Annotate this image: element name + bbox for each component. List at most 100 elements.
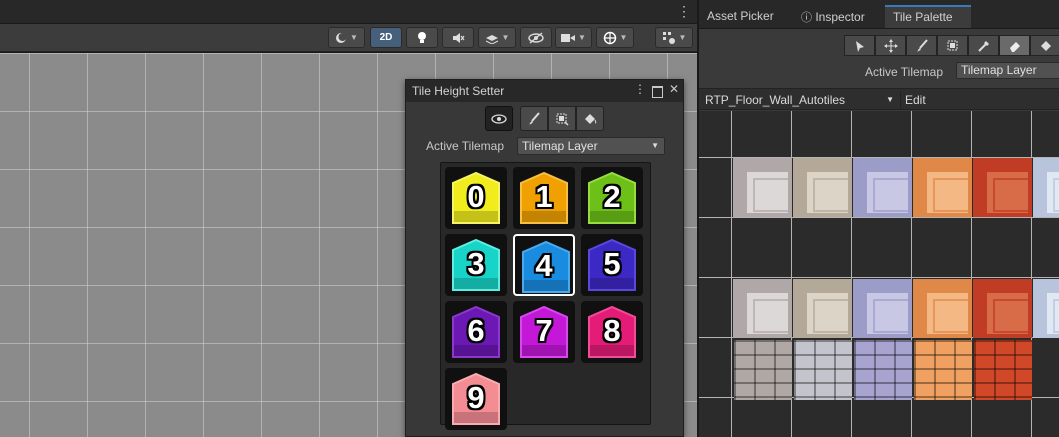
box-fill-tool-button[interactable] (937, 35, 968, 56)
shading-sphere-icon (336, 32, 347, 43)
autotile-pattern[interactable] (913, 279, 972, 338)
autotile-pattern[interactable] (853, 279, 912, 338)
autotile-floor[interactable] (793, 158, 852, 217)
window-titlebar[interactable]: Tile Height Setter ⋮ ✕ (406, 80, 683, 102)
eyedropper-icon (977, 40, 989, 52)
tile-palette-grid[interactable] (699, 111, 1059, 437)
info-icon: ⓘ (801, 12, 812, 24)
active-tilemap-dropdown[interactable]: Tilemap Layer (956, 62, 1059, 79)
autotile-pattern[interactable] (973, 279, 1032, 338)
autotile-floor[interactable] (1033, 158, 1059, 217)
height-tile-7[interactable]: 7 (513, 301, 575, 363)
effects-dropdown[interactable]: ▼ (478, 27, 516, 48)
2d-mode-toggle[interactable]: 2D (370, 27, 402, 48)
autotile-pattern[interactable] (733, 279, 792, 338)
height-label: 3 (467, 246, 485, 281)
wall-brick-tile[interactable] (734, 340, 792, 400)
brush-icon (916, 38, 928, 52)
close-icon[interactable]: ✕ (669, 82, 679, 98)
height-tile-3[interactable]: 3 (445, 234, 507, 296)
maximize-icon[interactable] (651, 86, 663, 98)
lighting-toggle[interactable] (406, 27, 438, 48)
tab-bar: Asset Picker ⓘ Inspector Tile Palette (699, 0, 1059, 29)
overlay-grid-icon (662, 31, 675, 44)
kebab-menu-icon[interactable]: ⋮ (677, 4, 691, 18)
palette-dropdown[interactable]: RTP_Floor_Wall_Autotiles ▼ (701, 91, 901, 109)
autotile-floor[interactable] (853, 158, 912, 217)
tab-asset-picker[interactable]: Asset Picker (699, 6, 782, 29)
cursor-arrow-icon (855, 40, 864, 52)
height-label: 2 (603, 179, 621, 214)
wall-brick-tile[interactable] (914, 340, 972, 400)
autotile-floor[interactable] (733, 158, 792, 217)
gizmo-globe-icon (603, 31, 616, 44)
chevron-down-icon: ▼ (651, 141, 659, 150)
active-tilemap-dropdown[interactable]: Tilemap Layer ▼ (517, 137, 665, 155)
palette-selector-row: RTP_Floor_Wall_Autotiles ▼ Edit (699, 88, 1059, 110)
active-tilemap-label: Active Tilemap (865, 65, 944, 79)
height-label: 6 (467, 313, 485, 348)
brush-icon (529, 111, 540, 125)
height-label: 1 (535, 179, 553, 214)
tab-tile-palette[interactable]: Tile Palette (885, 5, 971, 28)
eye-icon (491, 113, 507, 124)
edit-palette-button[interactable]: Edit (905, 93, 926, 107)
active-tilemap-value: Tilemap Layer (522, 139, 598, 153)
gizmos-overlay-dropdown[interactable]: ▼ (655, 27, 693, 48)
eraser-tool-button[interactable] (999, 35, 1030, 56)
hidden-objects-toggle[interactable] (520, 27, 552, 48)
fill-tool-button[interactable] (1030, 35, 1059, 56)
fill-tool-button[interactable] (576, 106, 604, 131)
active-tilemap-label: Active Tilemap (426, 139, 505, 153)
box-select-icon (556, 113, 569, 126)
autotile-floor[interactable] (973, 158, 1032, 217)
window-title: Tile Height Setter (412, 84, 505, 98)
height-tile-6[interactable]: 6 (445, 301, 507, 363)
gizmo-dropdown[interactable]: ▼ (596, 27, 634, 48)
audio-toggle[interactable] (442, 27, 474, 48)
height-label: 9 (467, 380, 485, 415)
camera-icon (561, 33, 576, 42)
audio-mute-icon (453, 32, 465, 43)
autotile-floor[interactable] (913, 158, 972, 217)
height-label: 8 (603, 313, 621, 348)
wall-brick-tile[interactable] (794, 340, 852, 400)
height-tile-5[interactable]: 5 (581, 234, 643, 296)
scene-view-header: ⋮ (0, 0, 697, 24)
move-arrows-icon (883, 38, 898, 53)
brush-tool-button[interactable] (520, 106, 548, 131)
height-label: 5 (603, 246, 621, 281)
height-tile-1[interactable]: 1 (513, 167, 575, 229)
height-tile-palette: 0 1 2 3 4 5 6 7 8 9 (440, 162, 651, 430)
draw-mode-dropdown[interactable]: ▼ (328, 27, 365, 48)
eraser-icon (1009, 41, 1020, 52)
height-tile-0[interactable]: 0 (445, 167, 507, 229)
select-tool-button[interactable] (844, 35, 875, 56)
height-label: 0 (467, 179, 485, 214)
kebab-menu-icon[interactable]: ⋮ (634, 82, 646, 98)
effects-layers-icon (485, 34, 498, 44)
picker-tool-button[interactable] (968, 35, 999, 56)
camera-dropdown[interactable]: ▼ (555, 27, 592, 48)
autotile-pattern[interactable] (1033, 279, 1059, 338)
scene-toolbar: ▼ 2D ▼ ▼ ▼ ▼ (0, 24, 697, 52)
paint-tool-button[interactable] (906, 35, 937, 56)
eye-slash-icon (528, 31, 544, 44)
box-fill-tool-button[interactable] (548, 106, 576, 131)
move-tool-button[interactable] (875, 35, 906, 56)
autotile-pattern[interactable] (793, 279, 852, 338)
wall-brick-tile[interactable] (974, 340, 1032, 400)
height-tile-4[interactable]: 4 (513, 234, 575, 296)
paint-bucket-icon (1040, 40, 1051, 51)
visibility-toggle-button[interactable] (485, 106, 513, 131)
chevron-down-icon: ▼ (886, 95, 894, 104)
palette-name: RTP_Floor_Wall_Autotiles (705, 93, 846, 107)
wall-brick-tile[interactable] (854, 340, 912, 400)
height-tile-8[interactable]: 8 (581, 301, 643, 363)
height-tile-2[interactable]: 2 (581, 167, 643, 229)
tab-inspector[interactable]: ⓘ Inspector (793, 6, 873, 29)
light-bulb-icon (418, 31, 426, 43)
tab-label: Tile Palette (893, 10, 953, 24)
tab-label: Asset Picker (707, 9, 774, 23)
height-tile-9[interactable]: 9 (445, 368, 507, 430)
